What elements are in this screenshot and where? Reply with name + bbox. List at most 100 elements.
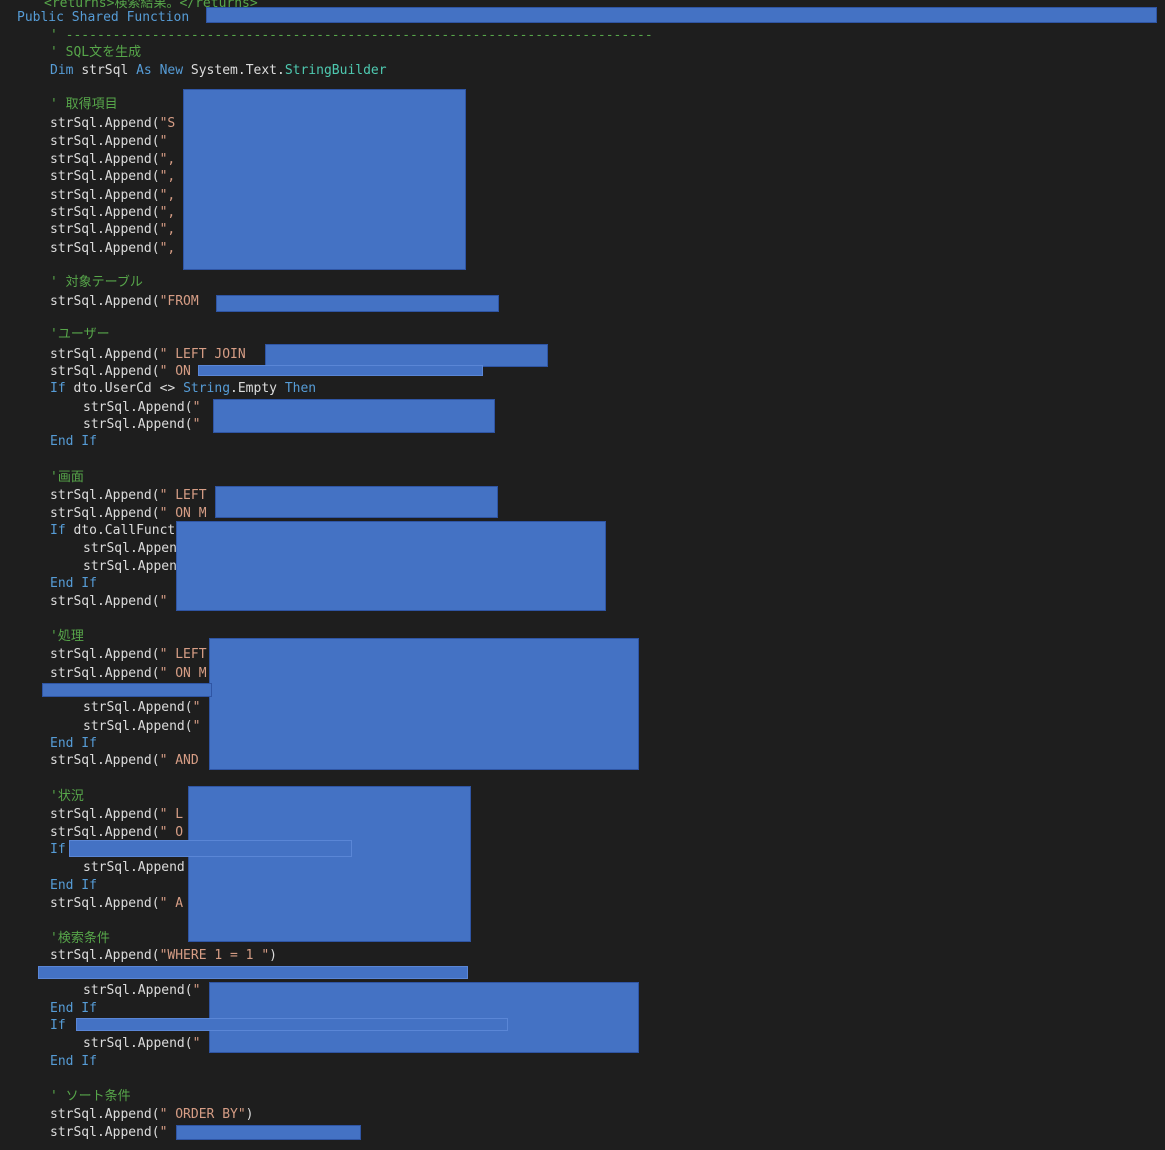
code-token: strSql.Append( — [83, 417, 193, 432]
code-token: If — [50, 1018, 66, 1033]
code-token: " AND — [159, 753, 199, 768]
redaction-box — [183, 89, 466, 270]
code-line: strSql.Append(" — [83, 1035, 200, 1052]
code-token: " ORDER BY" — [159, 1107, 246, 1122]
code-token: strSql.Append( — [50, 116, 160, 131]
redaction-box — [265, 344, 548, 367]
code-token: End If — [50, 878, 97, 893]
code-line: strSql.Append(" L — [50, 806, 183, 823]
code-line: End If — [50, 735, 97, 752]
code-token: " — [159, 594, 168, 609]
code-token: " ON — [159, 364, 191, 379]
code-line: strSql.Append("FROM — [50, 293, 207, 310]
code-token: " LEFT — [159, 647, 207, 662]
code-editor[interactable]: <returns>検索結果。</returns> Public Shared Fu… — [0, 0, 1165, 1150]
code-line: strSql.Append(", — [50, 240, 175, 257]
code-token: 'ユーザー — [50, 327, 110, 342]
code-line: strSql.Append(" — [83, 718, 200, 735]
code-token: strSql.Append( — [50, 1125, 160, 1140]
code-line: strSql.Append("S — [50, 115, 175, 132]
code-token: End If — [50, 1001, 97, 1016]
code-token: strSql.Append( — [50, 488, 160, 503]
code-token: " — [159, 134, 168, 149]
code-line: 'ユーザー — [50, 326, 110, 343]
code-token: strSql.Append( — [50, 169, 160, 184]
code-token: strSql.Append( — [50, 1107, 160, 1122]
code-line: strSql.Append(" O — [50, 824, 183, 841]
code-line: If dto.UserCd <> String.Empty Then — [50, 380, 316, 397]
code-line: strSql.Append(" AND — [50, 752, 199, 769]
code-line: ' ソート条件 — [50, 1088, 131, 1105]
code-token: " — [192, 983, 201, 998]
code-line: If — [50, 841, 66, 858]
code-line: strSql.Append(" — [83, 699, 200, 716]
code-token: System.Text. — [190, 63, 285, 78]
code-token: End If — [50, 1054, 97, 1069]
code-line: ' --------------------------------------… — [50, 27, 653, 44]
code-line: End If — [50, 1053, 97, 1070]
code-line: '検索条件 — [50, 930, 110, 947]
code-token: End If — [50, 576, 97, 591]
code-token: strSql.Append( — [50, 152, 160, 167]
code-token: ", — [159, 222, 176, 237]
code-token: ' 取得項目 — [50, 97, 118, 112]
code-token: strSql.Append( — [83, 700, 193, 715]
code-line: End If — [50, 877, 97, 894]
code-line: End If — [50, 433, 97, 450]
code-token: ", — [159, 169, 176, 184]
code-token: ", — [159, 188, 176, 203]
code-token: strSql.Append( — [50, 666, 160, 681]
code-token: strSql.Append( — [50, 948, 160, 963]
code-line: strSql.Append(" LEFT — [50, 646, 207, 663]
code-line: If dto.CallFunct — [50, 522, 175, 539]
code-token: " L — [159, 807, 184, 822]
code-token: ' SQL文を生成 — [50, 45, 142, 60]
code-line: strSql.Append(" LEFT JOIN — [50, 346, 254, 363]
code-token: " — [192, 417, 201, 432]
redaction-box — [69, 840, 352, 857]
code-token: Dim — [50, 63, 82, 78]
redaction-box — [42, 683, 212, 697]
code-token: End If — [50, 434, 97, 449]
code-token: strSql.Append( — [50, 753, 160, 768]
code-token: strSql.Appen — [83, 541, 177, 556]
code-token: " LEFT — [159, 488, 207, 503]
code-line: strSql.Appen — [83, 540, 177, 557]
code-token: " — [192, 719, 201, 734]
code-token: String — [183, 381, 231, 396]
redaction-box — [209, 638, 639, 770]
code-token: As New — [136, 63, 191, 78]
code-line: If — [50, 1017, 66, 1034]
code-token: " — [192, 1036, 201, 1051]
code-token: " — [159, 1125, 168, 1140]
code-token: strSql.Append( — [83, 1036, 193, 1051]
code-token: " — [192, 400, 201, 415]
code-token: strSql.Append( — [50, 647, 160, 662]
code-line: strSql.Append(", — [50, 187, 175, 204]
code-token: strSql.Append( — [83, 983, 193, 998]
code-token: strSql.Append( — [50, 506, 160, 521]
code-line: strSql.Append(" ON M — [50, 505, 207, 522]
code-token: strSql.Append( — [50, 807, 160, 822]
code-token: strSql.Append( — [50, 347, 160, 362]
code-line: strSql.Append(" — [50, 133, 167, 150]
code-token: strSql.Append( — [50, 594, 160, 609]
code-token: '処理 — [50, 629, 84, 644]
redaction-box — [215, 486, 498, 518]
code-token: ) — [245, 1107, 254, 1122]
code-token: strSql.Append( — [50, 205, 160, 220]
code-token: strSql.Append — [83, 860, 185, 875]
code-token: " — [192, 700, 201, 715]
redaction-box — [213, 399, 495, 433]
code-token: ' ソート条件 — [50, 1089, 131, 1104]
code-token: " LEFT JOIN — [159, 347, 254, 362]
code-token: strSql.Append( — [50, 364, 160, 379]
code-line: '画面 — [50, 469, 84, 486]
code-line: ' 取得項目 — [50, 96, 118, 113]
code-token: " O — [159, 825, 184, 840]
code-token: " ON M — [159, 666, 207, 681]
code-line: strSql.Append(", — [50, 204, 175, 221]
code-line: strSql.Append(" ON — [50, 363, 191, 380]
code-token: dto.CallFunct — [73, 523, 176, 538]
code-token: "FROM — [159, 294, 207, 309]
